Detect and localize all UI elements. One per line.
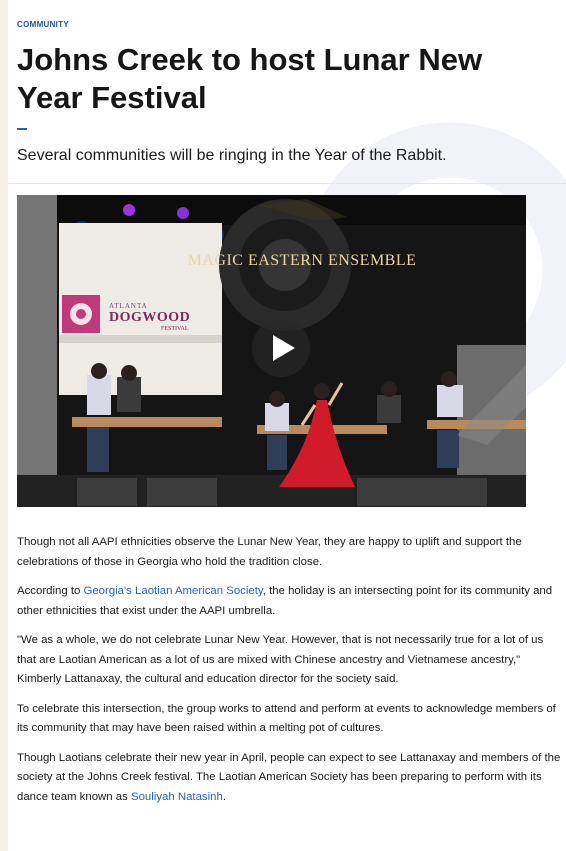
paragraph-3: "We as a whole, we do not celebrate Luna…	[17, 634, 544, 685]
paragraph-1: Though not all AAPI ethnicities observe …	[17, 536, 522, 568]
laotian-society-link[interactable]: Georgia's Laotian American Society	[83, 585, 262, 597]
video-band-title: MAGIC EASTERN ENSEMBLE	[187, 252, 417, 269]
play-icon	[273, 335, 295, 361]
paragraph-2-text-before: According to	[17, 585, 84, 597]
banner-small-text: ATLANTA	[109, 302, 148, 310]
accent-dash	[17, 128, 27, 130]
souliyah-natasinh-link[interactable]: Souliyah Natasinh	[131, 791, 223, 803]
video-player[interactable]: MAGIC EASTERN ENSEMBLE ATLANTA DOGWOOD F…	[17, 195, 526, 507]
paragraph-5-text-after: .	[222, 790, 226, 803]
festival-banner: ATLANTA DOGWOOD FESTIVAL	[109, 302, 219, 332]
paragraph-2: According to Georgia's Laotian American …	[17, 582, 565, 621]
play-button[interactable]	[252, 319, 310, 377]
article-body: Though not all AAPI ethnicities observe …	[17, 533, 565, 817]
banner-big-text: DOGWOOD	[109, 310, 191, 325]
paragraph-4: To celebrate this intersection, the grou…	[17, 702, 556, 735]
banner-fest-text: FESTIVAL	[161, 326, 189, 332]
paragraph-5-text-before: Though Laotians celebrate their new year…	[17, 751, 561, 803]
article-subheadline: Several communities will be ringing in t…	[17, 147, 447, 164]
paragraph-5: Though Laotians celebrate their new year…	[17, 749, 565, 808]
left-margin-strip	[0, 0, 8, 851]
article-headline: Johns Creek to host Lunar New Year Festi…	[17, 42, 483, 115]
section-divider	[8, 183, 566, 184]
category-label[interactable]: COMMUNITY	[17, 20, 69, 29]
